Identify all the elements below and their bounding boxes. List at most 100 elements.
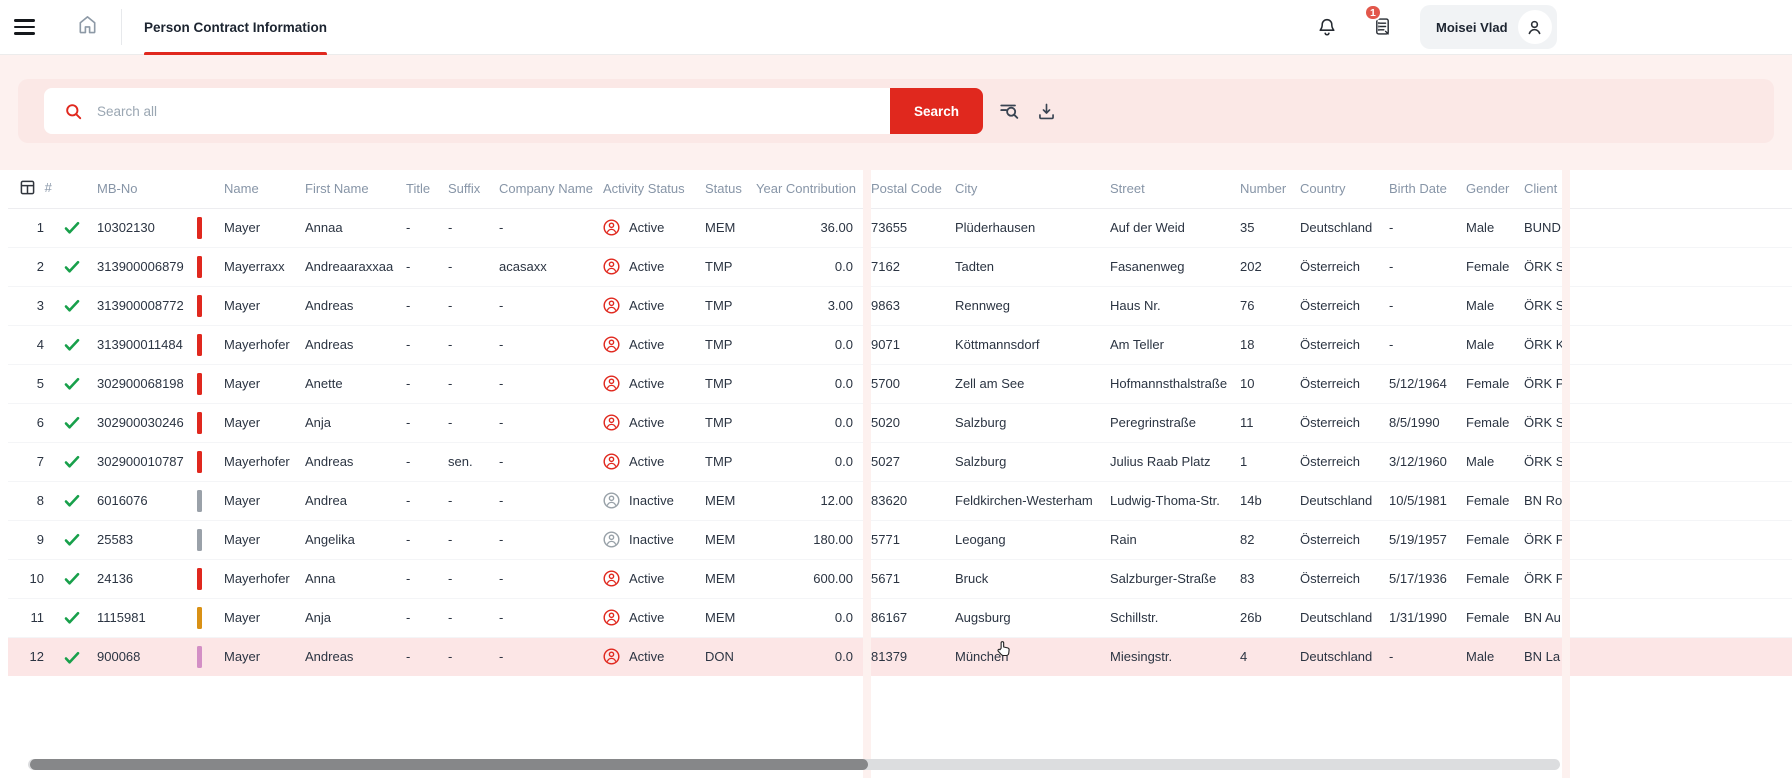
street-cell: Ludwig-Thoma-Str. (1110, 480, 1240, 520)
home-button[interactable] (76, 13, 99, 41)
row-color-bar (197, 333, 202, 356)
header-suffix[interactable]: Suffix (448, 170, 499, 208)
header-gender[interactable]: Gender (1466, 170, 1524, 208)
city-cell: Salzburg (955, 402, 1110, 442)
tab-label: Person Contract Information (144, 19, 328, 35)
activity-status: Active (603, 219, 664, 236)
activity-status-icon (603, 414, 620, 431)
activity-status-cell: Active (603, 324, 705, 364)
download-icon[interactable] (1036, 100, 1057, 127)
header-status[interactable]: Status (705, 170, 756, 208)
year-contribution-cell: 36.00 (756, 207, 855, 247)
title-cell: - (406, 636, 448, 676)
results-table: # MB-No Name First Name Title Suffix Com… (8, 170, 1792, 676)
table-row[interactable]: 3 313900008772 Mayer Andreas - - - Activ… (8, 285, 1792, 325)
city-cell: München (955, 636, 1110, 676)
row-color-bar-cell (194, 363, 224, 403)
activity-status-label: Active (629, 571, 665, 587)
table-row[interactable]: 2 313900006879 Mayerraxx Andreaaraxxaa -… (8, 246, 1792, 286)
row-index: 7 (8, 441, 50, 481)
table-row[interactable]: 6 302900030246 Mayer Anja - - - Active T… (8, 402, 1792, 442)
status-cell: TMP (705, 324, 756, 364)
header-city[interactable]: City (955, 170, 1110, 208)
column-settings-icon[interactable] (20, 180, 39, 198)
header-mb-no[interactable]: MB-No (94, 170, 194, 208)
table-row[interactable]: 12 900068 Mayer Andreas - - - Active DON… (8, 636, 1792, 676)
header-first-name[interactable]: First Name (305, 170, 406, 208)
activity-status-icon (603, 375, 620, 392)
number-cell: 82 (1240, 519, 1300, 559)
postal-code-cell: 86167 (871, 597, 955, 637)
menu-icon[interactable] (14, 16, 38, 39)
row-color-bar (197, 294, 202, 317)
filler-cell (1570, 519, 1792, 559)
title-cell: - (406, 285, 448, 325)
mb-no-cell: 10302130 (94, 207, 194, 247)
notifications-button[interactable] (1316, 15, 1338, 44)
postal-code-cell: 7162 (871, 246, 955, 286)
header-year-contribution[interactable]: Year Contribution (756, 170, 856, 208)
row-index: 6 (8, 402, 50, 442)
activity-status: Active (603, 609, 664, 626)
first-name-cell: Anette (305, 363, 406, 403)
activity-status-cell: Active (603, 597, 705, 637)
header-number[interactable]: Number (1240, 170, 1300, 208)
table-row[interactable]: 8 6016076 Mayer Andrea - - - Inactive ME… (8, 480, 1792, 520)
horizontal-scrollbar-track[interactable] (28, 759, 1560, 770)
name-cell: Mayerhofer (224, 324, 305, 364)
advanced-search-icon[interactable] (998, 100, 1021, 127)
activity-status: Active (603, 375, 664, 392)
table-row[interactable]: 7 302900010787 Mayerhofer Andreas - sen.… (8, 441, 1792, 481)
status-cell: TMP (705, 441, 756, 481)
filler-cell (1570, 441, 1792, 481)
row-color-bar (197, 372, 202, 395)
table-row[interactable]: 5 302900068198 Mayer Anette - - - Active… (8, 363, 1792, 403)
user-menu-button[interactable]: Moisei Vlad (1420, 5, 1557, 49)
row-index: 1 (8, 207, 50, 247)
horizontal-scrollbar-thumb[interactable] (30, 759, 868, 770)
table-row[interactable]: 9 25583 Mayer Angelika - - - Inactive ME… (8, 519, 1792, 559)
street-cell: Rain (1110, 519, 1240, 559)
title-cell: - (406, 558, 448, 598)
header-index[interactable]: # (8, 170, 52, 208)
row-index: 9 (8, 519, 50, 559)
activity-status-label: Active (629, 649, 665, 665)
country-cell: Österreich (1300, 402, 1389, 442)
tasks-button[interactable]: 1 (1364, 4, 1393, 43)
check-icon (64, 261, 80, 273)
activity-status-label: Active (629, 220, 665, 236)
table-row[interactable]: 1 10302130 Mayer Annaa - - - Active MEM … (8, 207, 1792, 247)
table-row[interactable]: 4 313900011484 Mayerhofer Andreas - - - … (8, 324, 1792, 364)
birth-date-cell: - (1389, 246, 1466, 286)
row-color-bar (197, 489, 202, 512)
country-cell: Österreich (1300, 324, 1389, 364)
tab-person-contract-information[interactable]: Person Contract Information (144, 0, 328, 56)
header-name[interactable]: Name (224, 170, 305, 208)
table-row[interactable]: 11 1115981 Mayer Anja - - - Active MEM 0… (8, 597, 1792, 637)
avatar (1517, 10, 1552, 44)
year-contribution-cell: 3.00 (756, 285, 855, 325)
mb-no-cell: 900068 (94, 636, 194, 676)
table-row[interactable]: 10 24136 Mayerhofer Anna - - - Active ME… (8, 558, 1792, 598)
mb-no-cell: 313900008772 (94, 285, 194, 325)
search-button[interactable]: Search (890, 88, 983, 134)
header-activity-status[interactable]: Activity Status (603, 170, 705, 208)
filler-cell (1570, 597, 1792, 637)
user-name: Moisei Vlad (1436, 19, 1508, 35)
header-postal-code[interactable]: Postal Code (871, 170, 955, 208)
title-cell: - (406, 402, 448, 442)
header-birth-date[interactable]: Birth Date (1389, 170, 1466, 208)
city-cell: Augsburg (955, 597, 1110, 637)
search-input[interactable] (97, 103, 890, 119)
filler-cell (1570, 285, 1792, 325)
header-company-name[interactable]: Company Name (499, 170, 603, 208)
status-cell: TMP (705, 246, 756, 286)
mb-no-cell: 302900068198 (94, 363, 194, 403)
header-country[interactable]: Country (1300, 170, 1389, 208)
company-name-cell: - (499, 480, 603, 520)
activity-status-icon (603, 336, 620, 353)
header-street[interactable]: Street (1110, 170, 1240, 208)
header-title[interactable]: Title (406, 170, 448, 208)
first-name-cell: Anja (305, 402, 406, 442)
gender-cell: Male (1466, 441, 1524, 481)
